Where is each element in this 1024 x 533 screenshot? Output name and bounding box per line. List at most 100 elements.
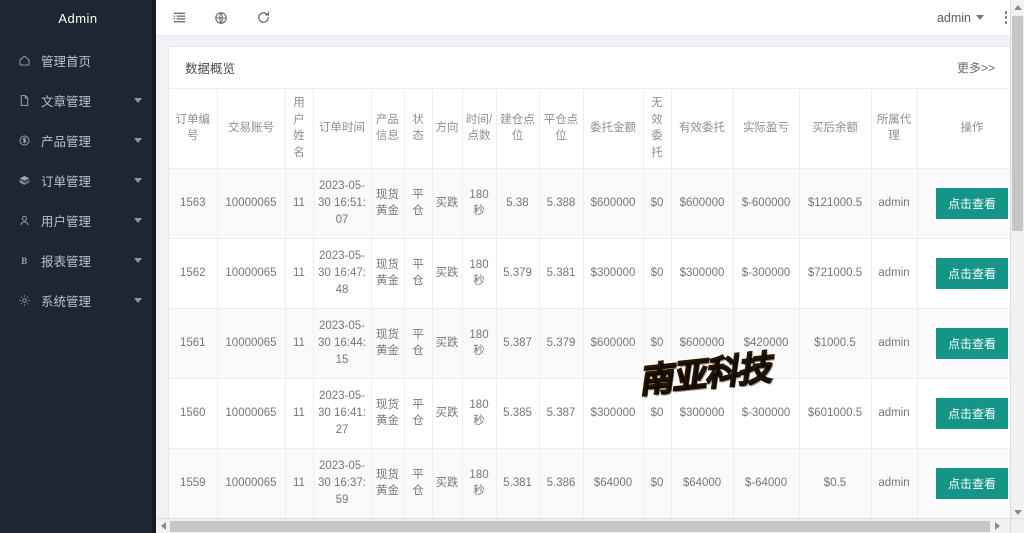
cell-actual-pnl: $-300000 [733,378,800,449]
cell-open-point: 5.379 [496,238,540,309]
sidebar-item-reports[interactable]: B 报表管理 [0,240,156,280]
admin-dashboard: Admin 管理首页 文章管理 产品管理 订单管理 用户管理 B 报表管理 系统… [0,0,1024,533]
column-header-actions: 操作 [917,89,1011,169]
cell-account: 10000065 [217,448,286,519]
main-area: admin 数据概览 更多>> 订单编号 交易账号 用户姓名 订单时间 产品信息… [156,0,1024,533]
cell-actions: 点击查看 [917,238,1011,309]
more-link[interactable]: 更多>> [957,59,995,76]
sidebar-item-users[interactable]: 用户管理 [0,200,156,240]
column-header-user-name: 用户姓名 [285,89,314,169]
sidebar: Admin 管理首页 文章管理 产品管理 订单管理 用户管理 B 报表管理 系统… [0,0,156,533]
cell-user-name: 11 [285,238,314,309]
cell-direction: 买跌 [432,448,463,519]
home-icon [16,54,32,67]
cell-order-id: 1562 [169,238,218,309]
cell-order-time: 2023-05-30 16:47:48 [313,238,372,309]
sidebar-item-dashboard[interactable]: 管理首页 [0,40,156,80]
sidebar-item-system[interactable]: 系统管理 [0,280,156,320]
view-detail-button[interactable]: 点击查看 [935,327,1008,359]
cell-open-point: 5.381 [496,448,540,519]
column-header-account: 交易账号 [217,89,286,169]
cell-agent: admin [871,308,918,379]
column-header-order-id: 订单编号 [169,89,218,169]
cell-invalid-entrust: $0 [643,448,672,519]
topbar: admin [156,0,1024,36]
sidebar-item-orders[interactable]: 订单管理 [0,160,156,200]
cell-balance-after: $1000.5 [799,308,872,379]
table-row[interactable]: 1562 10000065 11 2023-05-30 16:47:48 现货黄金 平仓买… [169,238,1011,309]
globe-icon[interactable] [212,9,230,27]
table-row[interactable]: 1559 10000065 11 2023-05-30 16:37:59 现货黄金 平仓买… [169,448,1011,519]
user-menu[interactable]: admin [937,11,984,25]
box-icon [16,174,32,187]
cell-entrust-amount: $300000 [583,238,644,309]
sidebar-item-label: 用户管理 [41,214,92,229]
column-header-valid-entrust: 有效委托 [671,89,734,169]
column-header-order-time: 订单时间 [313,89,372,169]
vertical-scrollbar[interactable] [1010,0,1024,533]
sidebar-menu: 管理首页 文章管理 产品管理 订单管理 用户管理 B 报表管理 系统管理 [0,36,156,320]
orders-table: 订单编号 交易账号 用户姓名 订单时间 产品信息 状态 方向 时间/点数 建仓点… [169,89,1011,532]
cell-entrust-amount: $600000 [583,168,644,239]
view-detail-button[interactable]: 点击查看 [935,397,1008,429]
column-header-agent: 所属代理 [871,89,918,169]
cell-product: 现货黄金 [371,448,405,519]
cell-direction: 买跌 [432,378,463,449]
view-detail-button[interactable]: 点击查看 [935,467,1008,499]
cell-duration: 180秒 [462,168,497,239]
chevron-down-icon [976,15,984,20]
refresh-icon[interactable] [254,9,272,27]
topbar-actions [170,9,272,27]
column-header-duration: 时间/点数 [462,89,497,169]
cell-actual-pnl: $-600000 [733,168,800,239]
cell-invalid-entrust: $0 [643,378,672,449]
chevron-down-icon [134,97,142,103]
column-header-product: 产品信息 [371,89,405,169]
scroll-down-arrow-icon[interactable] [1011,505,1024,519]
cell-user-name: 11 [285,448,314,519]
cell-duration: 180秒 [462,448,497,519]
cell-valid-entrust: $64000 [671,448,734,519]
view-detail-button[interactable]: 点击查看 [935,187,1008,219]
cell-product: 现货黄金 [371,308,405,379]
cell-order-time: 2023-05-30 16:44:15 [313,308,372,379]
scroll-right-arrow-icon[interactable] [990,519,1004,533]
table-row[interactable]: 1563 10000065 11 2023-05-30 16:51:07 现货黄金 平仓买… [169,168,1011,239]
cell-balance-after: $601000.5 [799,378,872,449]
sidebar-item-products[interactable]: 产品管理 [0,120,156,160]
cell-entrust-amount: $64000 [583,448,644,519]
cell-direction: 买跌 [432,308,463,379]
table-header-row: 订单编号 交易账号 用户姓名 订单时间 产品信息 状态 方向 时间/点数 建仓点… [169,89,1011,169]
cell-duration: 180秒 [462,308,497,379]
cell-actions: 点击查看 [917,168,1011,239]
cell-status: 平仓 [404,238,433,309]
table-header: 订单编号 交易账号 用户姓名 订单时间 产品信息 状态 方向 时间/点数 建仓点… [169,89,1011,169]
scroll-left-arrow-icon[interactable] [156,519,170,533]
sidebar-item-articles[interactable]: 文章管理 [0,80,156,120]
chevron-down-icon [134,217,142,223]
cell-account: 10000065 [217,308,286,379]
table-row[interactable]: 1560 10000065 11 2023-05-30 16:41:27 现货黄金 平仓买… [169,378,1011,449]
horizontal-scrollbar-thumb[interactable] [170,520,990,532]
user-icon [16,214,32,227]
orders-table-wrap[interactable]: 订单编号 交易账号 用户姓名 订单时间 产品信息 状态 方向 时间/点数 建仓点… [169,89,1011,532]
horizontal-scrollbar[interactable] [156,518,1010,533]
sidebar-item-label: 系统管理 [41,294,92,309]
cell-status: 平仓 [404,168,433,239]
list-lines-icon[interactable] [170,9,188,27]
table-row[interactable]: 1561 10000065 11 2023-05-30 16:44:15 现货黄金 平仓买… [169,308,1011,379]
column-header-direction: 方向 [432,89,463,169]
view-detail-button[interactable]: 点击查看 [935,257,1008,289]
cell-user-name: 11 [285,168,314,239]
vertical-scrollbar-thumb[interactable] [1012,16,1023,231]
cell-account: 10000065 [217,378,286,449]
cell-agent: admin [871,168,918,239]
scroll-up-arrow-icon[interactable] [1011,0,1024,14]
cell-order-time: 2023-05-30 16:51:07 [313,168,372,239]
user-label: admin [936,10,971,25]
chevron-down-icon [134,257,142,263]
cell-order-id: 1561 [169,308,218,379]
column-header-entrust-amount: 委托金额 [583,89,644,169]
sidebar-item-label: 订单管理 [41,174,92,189]
cell-entrust-amount: $600000 [583,308,644,379]
